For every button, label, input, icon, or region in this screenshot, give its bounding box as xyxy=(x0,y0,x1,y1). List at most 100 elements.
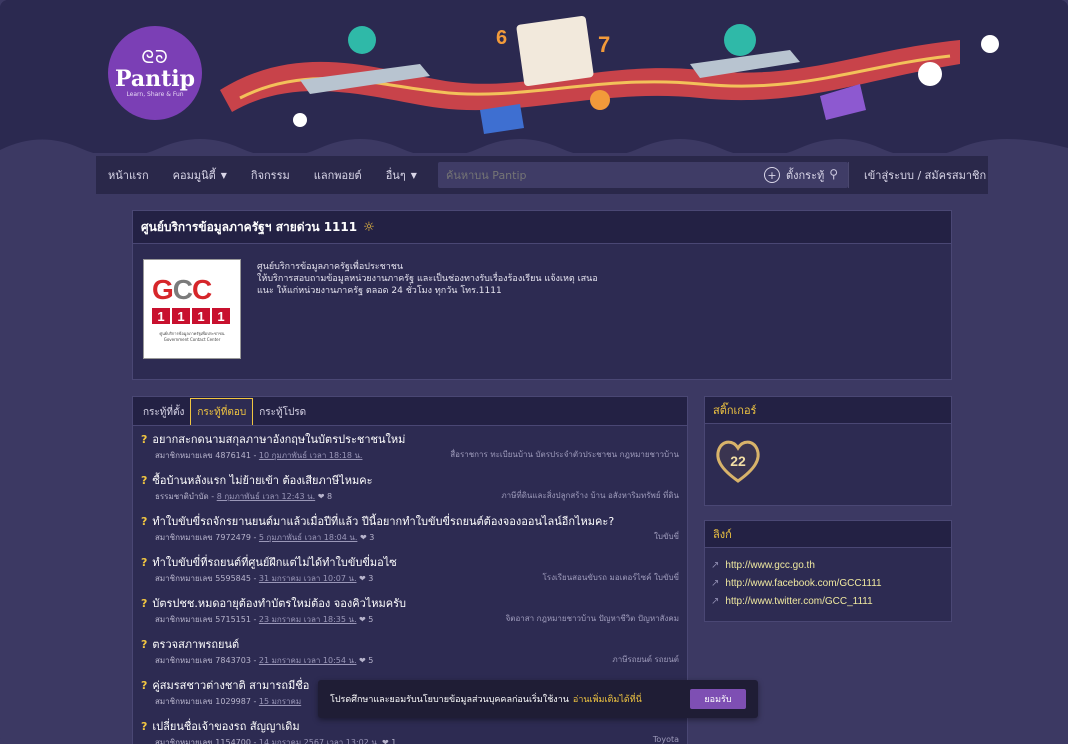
gcc-logo-letters: GCC xyxy=(152,274,212,306)
gcc-number: 1 xyxy=(192,308,210,324)
nav-item-home[interactable]: หน้าแรก xyxy=(96,156,161,194)
topic-comment-count: 3 xyxy=(368,574,374,583)
link-twitter[interactable]: ↗ http://www.twitter.com/GCC_1111 xyxy=(705,592,951,610)
topic-row[interactable]: ? บัตรปชช.หมดอายุต้องทำบัตรใหม่ต้อง จองคิ… xyxy=(133,590,687,631)
pantip-logo-mark: ᘓᘐ xyxy=(141,46,169,68)
lightbulb-icon: ☼ xyxy=(363,219,375,235)
topic-author[interactable]: สมาชิกหมายเลข 5595845 xyxy=(155,574,251,583)
page: 6 7 ᘓᘐ Pantip Learn, Share & Fun หน้าแรก… xyxy=(0,0,1068,744)
pantip-logo[interactable]: ᘓᘐ Pantip Learn, Share & Fun xyxy=(108,26,202,120)
topic-time[interactable]: 31 มกราคม เวลา 10:07 น. xyxy=(259,574,357,583)
gcc-logo: GCC 1 1 1 1 ศูนย์บริการข้อมูลภาครัฐเพื่อ… xyxy=(143,259,241,359)
cookie-accept-button[interactable]: ยอมรับ xyxy=(690,689,746,709)
topic-time[interactable]: 8 กุมภาพันธ์ เวลา 12:43 น. xyxy=(217,492,315,501)
nav-item-community[interactable]: คอมมูนิตี้ ▼ xyxy=(161,156,239,194)
tab-my-topics[interactable]: กระทู้ที่ตั้ง xyxy=(137,399,190,425)
external-link-icon: ↗ xyxy=(711,595,720,607)
gcc-number: 1 xyxy=(212,308,230,324)
topic-tabs: กระทู้ที่ตั้ง กระทู้ที่ตอบ กระทู้โปรด xyxy=(133,397,687,426)
topic-tags[interactable]: ภาษีที่ดินและสิ่งปลูกสร้าง บ้าน อสังหาริ… xyxy=(501,489,679,502)
comment-icon: ❤ xyxy=(359,533,367,542)
comment-icon: ❤ xyxy=(381,738,389,744)
topic-author[interactable]: สมาชิกหมายเลข 1029987 xyxy=(155,697,251,706)
cookie-read-more-link[interactable]: อ่านเพิ่มเติมได้ที่นี่ xyxy=(573,692,642,706)
links-panel-title: ลิงก์ xyxy=(705,521,951,548)
main-nav: หน้าแรก คอมมูนิตี้ ▼ กิจกรรม แลกพอยต์ อื่… xyxy=(96,156,988,194)
topic-meta: สมาชิกหมายเลข 1154700 - 14 มกราคม 2567 เ… xyxy=(141,736,687,744)
profile-panel: ศูนย์บริการข้อมูลภาครัฐฯ สายด่วน 1111 ☼ … xyxy=(132,210,952,380)
profile-desc-line: แนะ ให้แก่หน่วยงานภาครัฐ ตลอด 24 ชั่วโมง… xyxy=(257,286,502,296)
links-panel: ลิงก์ ↗ http://www.gcc.go.th ↗ http://www.… xyxy=(704,520,952,622)
create-topic-button[interactable]: + ตั้งกระทู้ xyxy=(764,156,824,194)
topic-title[interactable]: ? ทำใบขับขี่รถจักรยานยนต์มาแล้วเมื่อปีที่… xyxy=(141,508,687,530)
topic-row[interactable]: ? ทำใบขับขี่ที่รถยนต์ที่ศูนย์ฝึกแต่ไม่ได้… xyxy=(133,549,687,590)
nav-item-more[interactable]: อื่นๆ ▼ xyxy=(374,156,429,194)
topic-comment-count: 5 xyxy=(368,656,374,665)
pantip-logo-tagline: Learn, Share & Fun xyxy=(126,90,184,98)
topic-title-text: ทำใบขับขี่ที่รถยนต์ที่ศูนย์ฝึกแต่ไม่ได้ท… xyxy=(152,556,397,569)
cookie-consent-bar: โปรดศึกษาและยอมรับนโยบายข้อมูลส่วนบุคคลก… xyxy=(318,680,758,718)
question-icon: ? xyxy=(141,474,148,487)
caret-down-icon: ▼ xyxy=(220,170,227,180)
topic-title-text: อยากสะกดนามสกุลภาษาอังกฤษในบัตรประชาชนให… xyxy=(152,433,406,446)
external-link-icon: ↗ xyxy=(711,577,720,589)
topic-row[interactable]: ? ซื้อบ้านหลังแรก ไม่ย้ายเข้า ต้องเสียภาษ… xyxy=(133,467,687,508)
links-list: ↗ http://www.gcc.go.th ↗ http://www.facebo… xyxy=(705,548,951,610)
link-gcc-website[interactable]: ↗ http://www.gcc.go.th xyxy=(705,556,951,574)
topic-tags[interactable]: จิตอาสา กฎหมายชาวบ้าน ปัญหาชีวิต ปัญหาสั… xyxy=(506,612,679,625)
topic-time[interactable]: 15 มกราคม xyxy=(259,697,301,706)
topic-tags[interactable]: Toyota xyxy=(653,735,679,744)
topic-title[interactable]: ? ตรวจสภาพรถยนต์ xyxy=(141,631,687,653)
topic-title-text: คู่สมรสชาวต่างชาติ สามารถมีชื่อ xyxy=(152,679,310,692)
link-url: http://www.facebook.com/GCC1111 xyxy=(725,577,882,589)
search-input[interactable] xyxy=(438,167,808,183)
profile-header: ศูนย์บริการข้อมูลภาครัฐฯ สายด่วน 1111 ☼ xyxy=(133,211,951,244)
topic-row[interactable]: ? ตรวจสภาพรถยนต์ สมาชิกหมายเลข 7843703 - 2… xyxy=(133,631,687,672)
topic-time[interactable]: 21 มกราคม เวลา 10:54 น. xyxy=(259,656,357,665)
topic-author[interactable]: สมาชิกหมายเลข 1154700 xyxy=(155,738,251,744)
sticker-badge-number: 22 xyxy=(730,453,746,469)
topic-time[interactable]: 23 มกราคม เวลา 18:35 น. xyxy=(259,615,357,624)
nav-divider xyxy=(848,162,849,188)
topic-author[interactable]: สมาชิกหมายเลข 7972479 xyxy=(155,533,251,542)
topic-row[interactable]: ? อยากสะกดนามสกุลภาษาอังกฤษในบัตรประชาชนใ… xyxy=(133,426,687,467)
link-facebook[interactable]: ↗ http://www.facebook.com/GCC1111 xyxy=(705,574,951,592)
gcc-number: 1 xyxy=(172,308,190,324)
gcc-logo-caption: ศูนย์บริการข้อมูลภาครัฐเพื่อประชาชน Gove… xyxy=(159,331,225,342)
search-icon[interactable]: ⚲ xyxy=(829,167,838,181)
topic-row[interactable]: ? ทำใบขับขี่รถจักรยานยนต์มาแล้วเมื่อปีที่… xyxy=(133,508,687,549)
comment-icon: ❤ xyxy=(359,656,366,665)
tab-favorite-topics[interactable]: กระทู้โปรด xyxy=(253,399,312,425)
nav-item-label: อื่นๆ xyxy=(385,169,406,182)
topic-time[interactable]: 5 กุมภาพันธ์ เวลา 18:04 น. xyxy=(259,533,357,542)
nav-item-label: คอมมูนิตี้ xyxy=(172,169,216,182)
topic-tags[interactable]: ภาษีรถยนต์ รถยนต์ xyxy=(612,653,679,666)
tab-replied-topics[interactable]: กระทู้ที่ตอบ xyxy=(190,398,254,425)
header-banner: 6 7 ᘓᘐ Pantip Learn, Share & Fun xyxy=(0,0,1068,153)
topic-title[interactable]: ? บัตรปชช.หมดอายุต้องทำบัตรใหม่ต้อง จองคิ… xyxy=(141,590,687,612)
nav-item-redeem-points[interactable]: แลกพอยต์ xyxy=(302,156,374,194)
svg-text:7: 7 xyxy=(598,32,610,57)
comment-icon: ❤ xyxy=(359,615,366,624)
comment-icon: ❤ xyxy=(359,574,366,583)
nav-item-label: กิจกรรม xyxy=(250,169,290,182)
topic-time[interactable]: 14 มกราคม 2567 เวลา 13:02 น. xyxy=(259,738,379,744)
topic-tags[interactable]: สื่อราชการ ทะเบียนบ้าน บัตรประจำตัวประชา… xyxy=(450,448,679,461)
topic-time[interactable]: 10 กุมภาพันธ์ เวลา 18:18 น. xyxy=(259,451,363,460)
topic-title[interactable]: ? อยากสะกดนามสกุลภาษาอังกฤษในบัตรประชาชนใ… xyxy=(141,426,687,448)
heart-badge-icon[interactable]: 22 xyxy=(711,433,765,487)
topic-title[interactable]: ? ทำใบขับขี่ที่รถยนต์ที่ศูนย์ฝึกแต่ไม่ได้… xyxy=(141,549,687,571)
gcc-letter: G xyxy=(152,274,174,305)
topic-tags[interactable]: ใบขับขี่ xyxy=(654,530,679,543)
topic-author[interactable]: ธรรมชาติบำบัด xyxy=(155,492,209,501)
nav-item-activities[interactable]: กิจกรรม xyxy=(239,156,302,194)
login-register-link[interactable]: เข้าสู่ระบบ / สมัครสมาชิก xyxy=(864,156,986,194)
gcc-letter: C xyxy=(172,274,193,305)
topic-author[interactable]: สมาชิกหมายเลข 4876141 xyxy=(155,451,251,460)
topic-author[interactable]: สมาชิกหมายเลข 5715151 xyxy=(155,615,251,624)
topic-tags[interactable]: โรงเรียนสอนขับรถ มอเตอร์ไซค์ ใบขับขี่ xyxy=(542,571,679,584)
svg-text:6: 6 xyxy=(496,27,507,49)
topic-title-text: บัตรปชช.หมดอายุต้องทำบัตรใหม่ต้อง จองคิว… xyxy=(152,597,407,610)
topic-author[interactable]: สมาชิกหมายเลข 7843703 xyxy=(155,656,251,665)
topic-title[interactable]: ? ซื้อบ้านหลังแรก ไม่ย้ายเข้า ต้องเสียภาษ… xyxy=(141,467,687,489)
